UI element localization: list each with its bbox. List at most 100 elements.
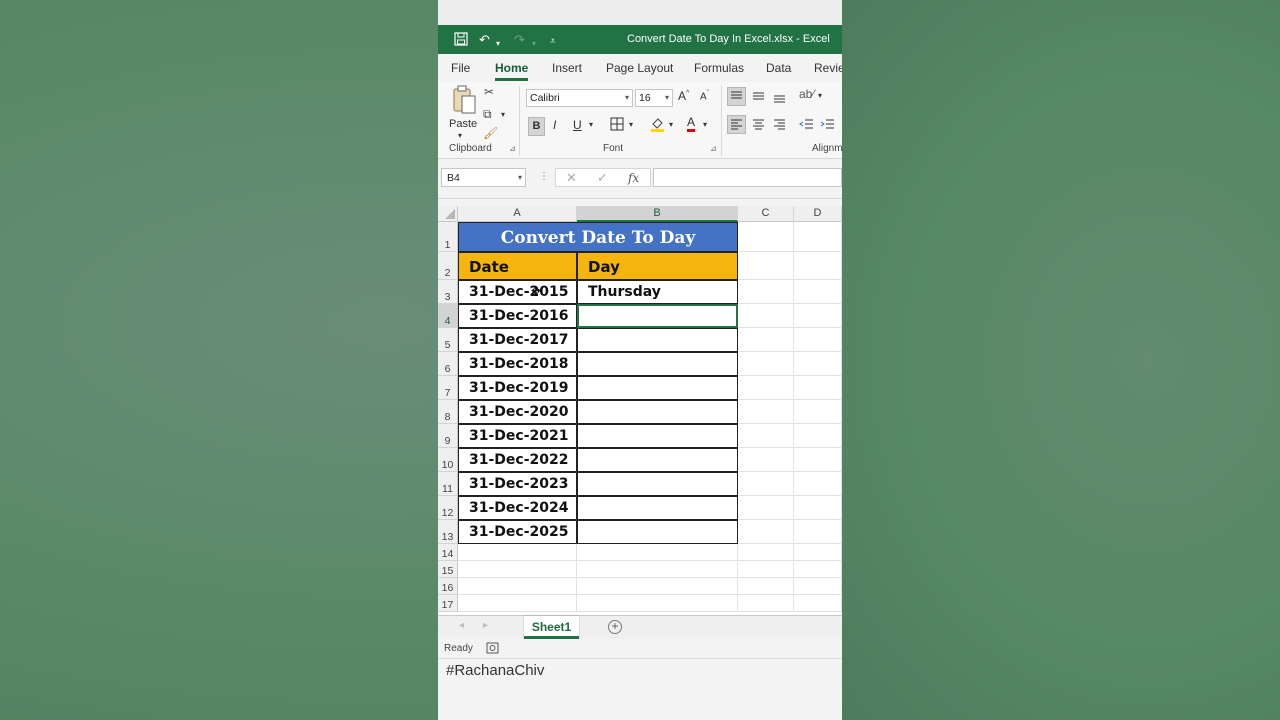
align-left-button[interactable] [727, 115, 746, 134]
tab-page-layout[interactable]: Page Layout [606, 61, 673, 75]
borders-dropdown-icon[interactable]: ▾ [629, 120, 633, 129]
row-header[interactable]: 16 [438, 578, 458, 595]
cell-d14[interactable] [794, 544, 842, 561]
grow-font-icon[interactable]: A^ [678, 89, 689, 103]
column-header-c[interactable]: C [738, 206, 794, 222]
paste-icon[interactable] [451, 85, 477, 118]
active-cell-b4[interactable] [577, 304, 738, 328]
decrease-indent-icon[interactable] [799, 117, 814, 135]
cell-c9[interactable] [738, 424, 794, 448]
day-cell[interactable] [577, 328, 738, 352]
day-cell[interactable] [577, 472, 738, 496]
day-cell[interactable] [577, 520, 738, 544]
cell-a16[interactable] [458, 578, 577, 595]
day-cell[interactable]: Thursday [577, 280, 738, 304]
date-cell[interactable]: 31-Dec-2023 [458, 472, 577, 496]
row-header[interactable]: 10 [438, 448, 458, 472]
date-cell[interactable]: 31-Dec-2022 [458, 448, 577, 472]
tab-home[interactable]: Home [495, 61, 529, 81]
redo-dropdown-icon[interactable]: ▾ [532, 36, 536, 51]
cell-d9[interactable] [794, 424, 842, 448]
cell-b14[interactable] [577, 544, 738, 561]
underline-button[interactable]: U [573, 118, 582, 132]
cell-d6[interactable] [794, 352, 842, 376]
header-day[interactable]: Day [577, 252, 738, 280]
cell-d7[interactable] [794, 376, 842, 400]
cut-icon[interactable]: ✂ [484, 85, 494, 99]
row-header[interactable]: 5 [438, 328, 458, 352]
underline-dropdown-icon[interactable]: ▾ [589, 120, 593, 129]
borders-icon[interactable] [610, 117, 624, 134]
formula-input[interactable] [653, 168, 842, 187]
row-header[interactable]: 9 [438, 424, 458, 448]
day-cell[interactable] [577, 400, 738, 424]
column-header-a[interactable]: A [458, 206, 577, 222]
align-center-icon[interactable] [751, 117, 766, 135]
cell-b15[interactable] [577, 561, 738, 578]
table-title[interactable]: Convert Date To Day [458, 222, 738, 252]
align-middle-icon[interactable] [751, 88, 766, 106]
cell-a14[interactable] [458, 544, 577, 561]
tab-insert[interactable]: Insert [552, 61, 582, 75]
cell-d5[interactable] [794, 328, 842, 352]
row-header[interactable]: 3 [438, 280, 458, 304]
day-cell[interactable] [577, 496, 738, 520]
align-right-icon[interactable] [772, 117, 787, 135]
cell-c12[interactable] [738, 496, 794, 520]
cell-d11[interactable] [794, 472, 842, 496]
day-cell[interactable] [577, 376, 738, 400]
date-cell[interactable]: 31-Dec-2019 [458, 376, 577, 400]
macro-record-icon[interactable] [486, 642, 499, 657]
cell-c10[interactable] [738, 448, 794, 472]
cell-c4[interactable] [738, 304, 794, 328]
scroll-right-icon[interactable]: ▸ [483, 620, 488, 631]
select-all-corner[interactable] [438, 206, 458, 222]
header-date[interactable]: Date [458, 252, 577, 280]
cell-c13[interactable] [738, 520, 794, 544]
row-header[interactable]: 7 [438, 376, 458, 400]
increase-indent-icon[interactable] [820, 117, 835, 135]
fill-dropdown-icon[interactable]: ▾ [669, 120, 673, 129]
cell-d13[interactable] [794, 520, 842, 544]
paste-label[interactable]: Paste [449, 118, 477, 130]
cell-c3[interactable] [738, 280, 794, 304]
sheet-tab-sheet1[interactable]: Sheet1 [524, 616, 579, 639]
font-color-icon[interactable]: A [687, 116, 696, 132]
day-cell[interactable] [577, 424, 738, 448]
date-cell[interactable]: 31-Dec-2017 [458, 328, 577, 352]
clipboard-launcher-icon[interactable]: ⊿ [509, 144, 516, 153]
cell-d17[interactable] [794, 595, 842, 612]
row-header[interactable]: 2 [438, 252, 458, 280]
redo-icon[interactable]: ↷ [514, 32, 525, 47]
align-top-button[interactable] [727, 87, 746, 106]
cell-c2[interactable] [738, 252, 794, 280]
cell-c5[interactable] [738, 328, 794, 352]
add-sheet-icon[interactable]: + [608, 620, 622, 634]
cell-c14[interactable] [738, 544, 794, 561]
cell-d10[interactable] [794, 448, 842, 472]
cell-d16[interactable] [794, 578, 842, 595]
cell-c15[interactable] [738, 561, 794, 578]
cell-d4[interactable] [794, 304, 842, 328]
tab-file[interactable]: File [451, 61, 470, 75]
row-header[interactable]: 17 [438, 595, 458, 612]
column-header-d[interactable]: D [794, 206, 842, 222]
cell-c1[interactable] [738, 222, 794, 252]
day-cell[interactable] [577, 352, 738, 376]
fill-color-icon[interactable] [650, 116, 665, 136]
cell-d12[interactable] [794, 496, 842, 520]
date-cell[interactable]: 31-Dec-2015 [458, 280, 577, 304]
date-cell[interactable]: 31-Dec-2020 [458, 400, 577, 424]
format-painter-icon[interactable]: 🖌 [483, 126, 498, 140]
undo-icon[interactable]: ↶ [479, 32, 490, 47]
cell-d15[interactable] [794, 561, 842, 578]
tab-data[interactable]: Data [766, 61, 791, 75]
customize-toolbar-icon[interactable]: ⩡ [550, 34, 556, 49]
cell-d2[interactable] [794, 252, 842, 280]
row-header[interactable]: 12 [438, 496, 458, 520]
cell-b16[interactable] [577, 578, 738, 595]
row-header[interactable]: 4 [438, 304, 458, 328]
cell-c17[interactable] [738, 595, 794, 612]
font-launcher-icon[interactable]: ⊿ [710, 144, 717, 153]
cell-c11[interactable] [738, 472, 794, 496]
